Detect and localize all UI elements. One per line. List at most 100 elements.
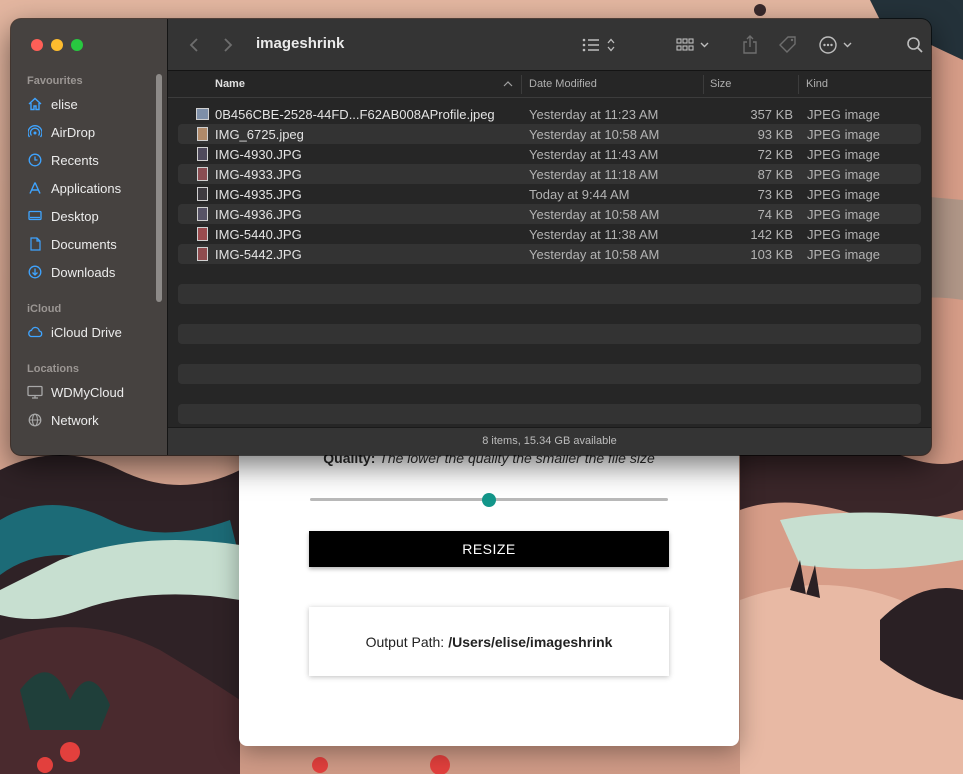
image-thumbnail-icon: [196, 108, 209, 120]
column-size[interactable]: Size: [710, 78, 731, 90]
file-date: Yesterday at 10:58 AM: [529, 247, 660, 262]
sidebar-item-label: iCloud Drive: [51, 324, 122, 340]
image-thumbnail-icon: [197, 207, 208, 221]
airdrop-icon: [27, 124, 43, 140]
file-date: Today at 9:44 AM: [529, 187, 630, 202]
forward-button[interactable]: [222, 33, 234, 57]
desktop-icon: [27, 208, 43, 224]
sidebar-item-label: Documents: [51, 236, 117, 252]
file-kind: JPEG image: [807, 147, 880, 162]
window-title: imageshrink: [256, 35, 345, 52]
image-thumbnail-icon: [197, 247, 208, 261]
file-name: IMG-4936.JPG: [215, 207, 302, 222]
empty-row-stripe: [178, 284, 921, 304]
minimize-window-button[interactable]: [51, 39, 63, 51]
download-icon: [27, 264, 43, 280]
file-size: 72 KB: [757, 147, 793, 162]
file-date: Yesterday at 11:38 AM: [529, 227, 659, 242]
sidebar-item-applications[interactable]: Applications: [27, 177, 162, 199]
column-divider[interactable]: [521, 75, 522, 94]
image-thumbnail-icon: [197, 147, 208, 161]
file-kind: JPEG image: [807, 227, 880, 242]
file-size: 357 KB: [750, 107, 793, 122]
quality-slider-thumb[interactable]: [482, 493, 496, 507]
tag-button[interactable]: [778, 33, 798, 57]
file-row[interactable]: IMG_6725.jpeg Yesterday at 10:58 AM 93 K…: [178, 124, 921, 144]
file-row[interactable]: IMG-4936.JPG Yesterday at 10:58 AM 74 KB…: [178, 204, 921, 224]
sidebar-item-network[interactable]: Network: [27, 409, 162, 431]
column-header: Name Date Modified Size Kind: [168, 71, 931, 98]
file-kind: JPEG image: [807, 167, 880, 182]
back-button[interactable]: [188, 33, 200, 57]
group-button[interactable]: [676, 33, 714, 57]
output-path-label: Output Path:: [365, 633, 445, 650]
clock-icon: [27, 152, 43, 168]
file-size: 73 KB: [757, 187, 793, 202]
file-size: 103 KB: [750, 247, 793, 262]
sidebar-item-recents[interactable]: Recents: [27, 149, 162, 171]
finder-window: Favourites elise AirDrop Recents Applica…: [11, 19, 931, 455]
imageshrink-window: Quality: The lower the quality the small…: [239, 420, 739, 746]
file-size: 142 KB: [750, 227, 793, 242]
finder-sidebar: Favourites elise AirDrop Recents Applica…: [11, 19, 168, 455]
sidebar-item-label: Applications: [51, 180, 122, 196]
zoom-window-button[interactable]: [71, 39, 83, 51]
image-thumbnail-icon: [197, 167, 208, 181]
file-size: 74 KB: [757, 207, 793, 222]
file-size: 87 KB: [757, 167, 793, 182]
empty-row-stripe: [178, 364, 921, 384]
more-actions-button[interactable]: [818, 33, 856, 57]
sidebar-item-airdrop[interactable]: AirDrop: [27, 121, 162, 143]
sidebar-scrollbar[interactable]: [156, 74, 162, 302]
file-row[interactable]: IMG-4935.JPG Today at 9:44 AM 73 KB JPEG…: [178, 184, 921, 204]
file-row[interactable]: IMG-5440.JPG Yesterday at 11:38 AM 142 K…: [178, 224, 921, 244]
file-name: IMG-5442.JPG: [215, 247, 302, 262]
column-name[interactable]: Name: [215, 78, 245, 90]
file-date: Yesterday at 10:58 AM: [529, 207, 660, 222]
file-row[interactable]: 0B456CBE-2528-44FD...F62AB008AProfile.jp…: [178, 104, 921, 124]
file-kind: JPEG image: [807, 187, 880, 202]
image-thumbnail-icon: [197, 227, 208, 241]
sidebar-item-wdmycloud[interactable]: WDMyCloud: [27, 381, 162, 403]
column-kind[interactable]: Kind: [806, 78, 828, 90]
file-row[interactable]: IMG-4930.JPG Yesterday at 11:43 AM 72 KB…: [178, 144, 921, 164]
resize-button[interactable]: RESIZE: [309, 531, 669, 567]
display-icon: [27, 384, 43, 400]
search-button[interactable]: [906, 33, 924, 57]
sidebar-item-label: AirDrop: [51, 124, 96, 140]
applications-icon: [27, 180, 43, 196]
file-name: IMG-4933.JPG: [215, 167, 302, 182]
grid-icon: [676, 38, 709, 51]
file-row[interactable]: IMG-5442.JPG Yesterday at 10:58 AM 103 K…: [178, 244, 921, 264]
file-date: Yesterday at 11:43 AM: [529, 147, 659, 162]
close-window-button[interactable]: [31, 39, 43, 51]
output-path-value: /Users/elise/imageshrink: [448, 633, 613, 650]
file-size: 93 KB: [757, 127, 793, 142]
file-row[interactable]: IMG-4933.JPG Yesterday at 11:18 AM 87 KB…: [178, 164, 921, 184]
list-view-button[interactable]: [582, 33, 620, 57]
sidebar-item-icloud-drive[interactable]: iCloud Drive: [27, 321, 162, 343]
sidebar-item-label: Network: [51, 412, 99, 428]
image-thumbnail-icon: [197, 127, 208, 141]
sidebar-heading-icloud: iCloud: [27, 303, 62, 315]
column-date-modified[interactable]: Date Modified: [529, 78, 597, 90]
file-kind: JPEG image: [807, 207, 880, 222]
globe-icon: [27, 412, 43, 428]
sidebar-item-downloads[interactable]: Downloads: [27, 261, 162, 283]
share-button[interactable]: [742, 33, 758, 57]
file-name: IMG-4935.JPG: [215, 187, 302, 202]
file-name: IMG-4930.JPG: [215, 147, 302, 162]
sidebar-item-home[interactable]: elise: [27, 93, 162, 115]
chevron-right-icon: [224, 38, 233, 52]
document-icon: [27, 236, 43, 252]
share-icon: [743, 35, 757, 54]
house-icon: [27, 96, 43, 112]
sidebar-item-documents[interactable]: Documents: [27, 233, 162, 255]
sidebar-item-label: elise: [51, 96, 78, 112]
column-divider[interactable]: [798, 75, 799, 94]
finder-toolbar: imageshrink: [168, 19, 931, 71]
empty-row-stripe: [178, 324, 921, 344]
column-divider[interactable]: [703, 75, 704, 94]
sidebar-item-desktop[interactable]: Desktop: [27, 205, 162, 227]
tag-icon: [779, 36, 796, 53]
